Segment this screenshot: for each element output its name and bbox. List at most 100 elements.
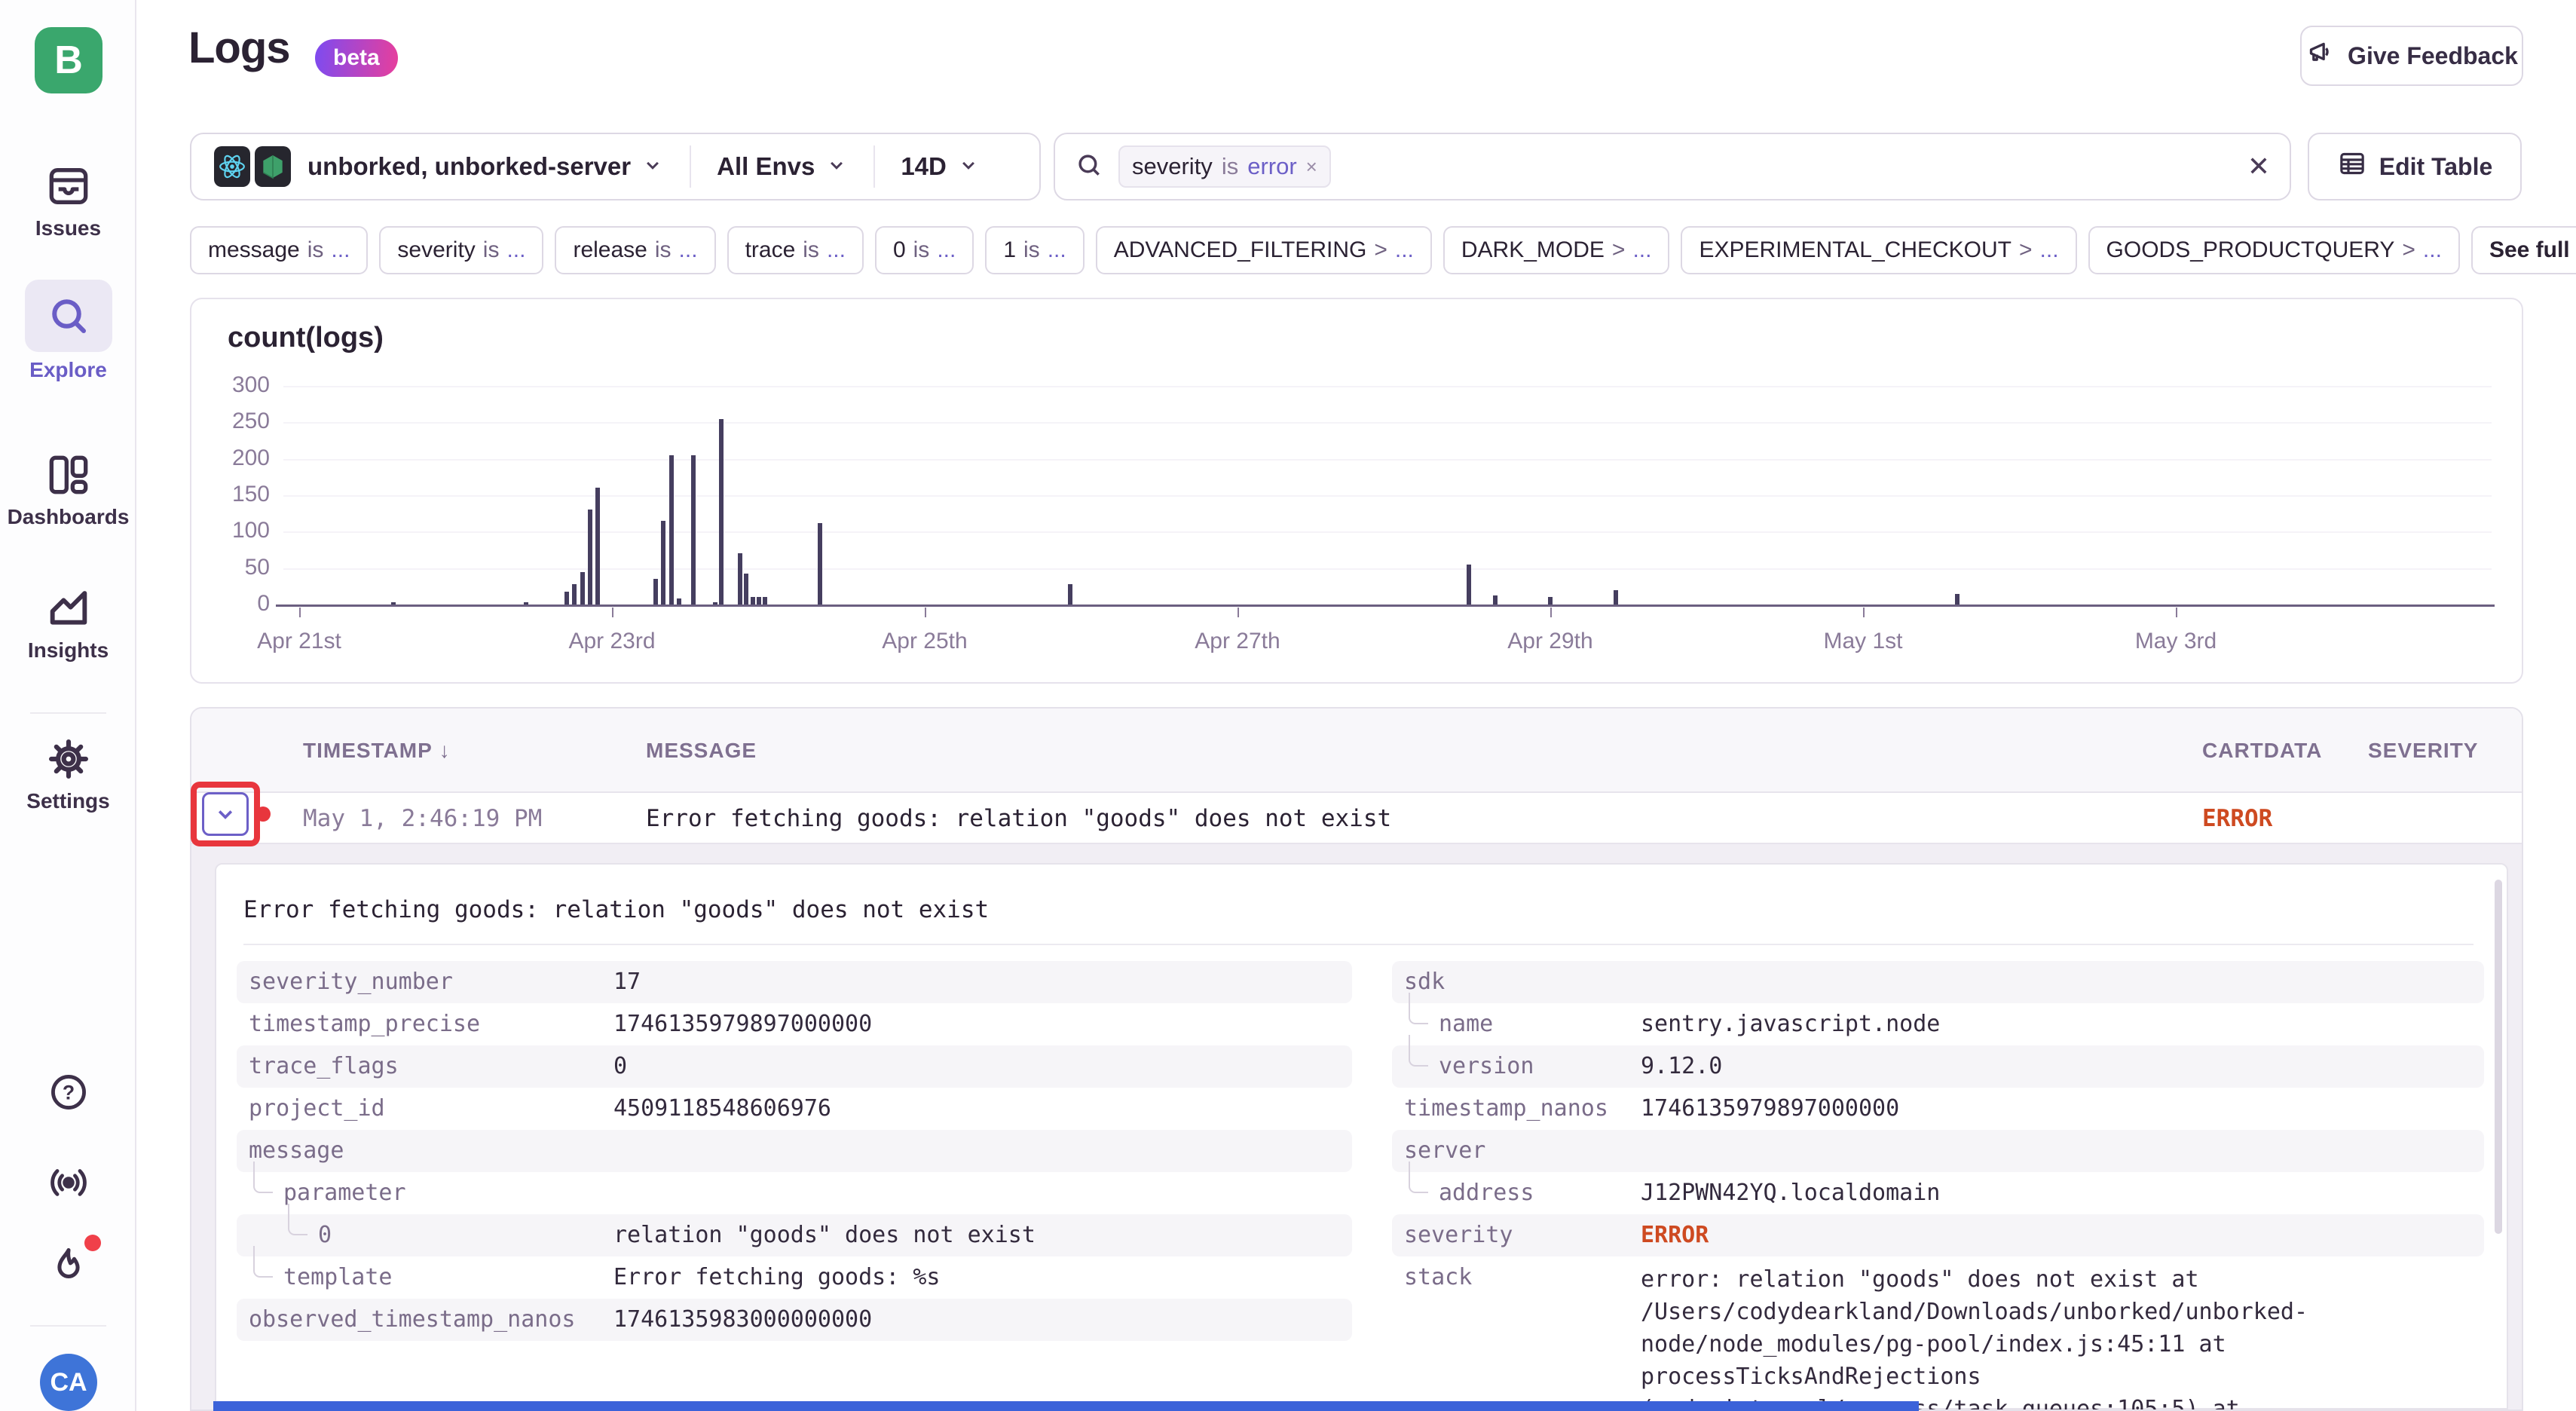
- attribute-row-parameter[interactable]: parameter: [237, 1172, 1352, 1214]
- annotation-pointer-dot: [255, 807, 271, 822]
- attribute-row-timestamp_nanos[interactable]: timestamp_nanos1746135979897000000: [1392, 1088, 2484, 1130]
- search-filter-token[interactable]: severity is error ×: [1118, 145, 1331, 188]
- edit-table-button[interactable]: Edit Table: [2308, 133, 2522, 200]
- chart-bar[interactable]: [1955, 594, 1960, 605]
- y-axis-tick-label: 200: [191, 445, 270, 471]
- filter-chip-dark_mode[interactable]: DARK_MODE>...: [1443, 226, 1670, 274]
- tree-connector: [253, 1162, 273, 1193]
- org-logo[interactable]: B: [35, 27, 102, 93]
- gridline: [283, 495, 2492, 497]
- chart-bar[interactable]: [653, 579, 658, 604]
- chart-bar[interactable]: [818, 523, 822, 604]
- chart-bar[interactable]: [751, 597, 755, 604]
- attributes-column-right: sdknamesentry.javascript.nodeversion9.12…: [1392, 961, 2484, 1299]
- attribute-row-server[interactable]: server: [1392, 1130, 2484, 1172]
- chart-bar[interactable]: [580, 572, 585, 604]
- chip-name: GOODS_PRODUCTQUERY: [2106, 237, 2395, 263]
- sidebar-item-insights[interactable]: Insights: [0, 584, 136, 663]
- attribute-row-address[interactable]: addressJ12PWN42YQ.localdomain: [1392, 1172, 2484, 1214]
- column-header-timestamp[interactable]: TIMESTAMP ↓: [303, 709, 451, 793]
- chart-bar[interactable]: [1493, 595, 1498, 604]
- chart-bar[interactable]: [763, 597, 767, 604]
- project-selector[interactable]: unborked, unborked-server: [307, 152, 631, 181]
- divider: [243, 944, 2474, 945]
- chart-bar[interactable]: [669, 455, 674, 604]
- attribute-row-timestamp_precise[interactable]: timestamp_precise1746135979897000000: [237, 1003, 1352, 1045]
- search-input[interactable]: severity is error × ✕: [1054, 133, 2291, 200]
- attribute-row-template[interactable]: templateError fetching goods: %s: [237, 1256, 1352, 1299]
- react-project-icon: [214, 146, 250, 187]
- chart-bar[interactable]: [1467, 565, 1471, 604]
- avatar[interactable]: CA: [40, 1354, 97, 1411]
- chart-bar[interactable]: [1548, 597, 1553, 604]
- sidebar-item-dashboards[interactable]: Dashboards: [0, 451, 136, 529]
- sidebar-item-settings[interactable]: Settings: [0, 735, 136, 813]
- chart-bar[interactable]: [691, 455, 696, 604]
- chart-plot-area[interactable]: 050100150200250300Apr 21stApr 23rdApr 25…: [191, 299, 2522, 682]
- gridline: [283, 568, 2492, 570]
- date-range-selector[interactable]: 14D: [901, 152, 947, 181]
- column-header-message[interactable]: MESSAGE: [646, 709, 757, 793]
- see-full-list-button[interactable]: See full list: [2471, 226, 2576, 274]
- filter-chip-0[interactable]: 0is...: [875, 226, 974, 274]
- chevron-down-icon: [213, 801, 238, 827]
- filter-chip-severity[interactable]: severityis...: [379, 226, 543, 274]
- chart-bar[interactable]: [1614, 590, 1618, 604]
- chart-bar[interactable]: [719, 419, 724, 605]
- selected-row-bar[interactable]: [213, 1401, 1919, 1411]
- chip-name: EXPERIMENTAL_CHECKOUT: [1699, 237, 2012, 263]
- expand-row-button[interactable]: [202, 792, 249, 836]
- column-header-severity[interactable]: SEVERITY: [2368, 709, 2478, 793]
- x-axis-tick: [1863, 608, 1865, 617]
- flame-icon[interactable]: [0, 1244, 136, 1291]
- x-axis-tick-label: Apr 27th: [1155, 629, 1320, 654]
- chart-bar[interactable]: [1068, 584, 1072, 604]
- filter-chip-trace[interactable]: traceis...: [727, 226, 864, 274]
- chart-bar[interactable]: [757, 597, 761, 604]
- filter-chip-release[interactable]: releaseis...: [555, 226, 715, 274]
- attribute-row-project_id[interactable]: project_id4509118548606976: [237, 1088, 1352, 1130]
- chip-operator: >: [1374, 237, 1387, 263]
- chart-bar[interactable]: [524, 602, 528, 604]
- column-header-cartdata[interactable]: CARTDATA: [2202, 709, 2322, 793]
- chart-bar[interactable]: [595, 488, 600, 604]
- filter-chip-goods_productquery[interactable]: GOODS_PRODUCTQUERY>...: [2088, 226, 2460, 274]
- chart-bar[interactable]: [588, 510, 592, 604]
- sidebar-item-issues[interactable]: Issues: [0, 162, 136, 240]
- chart-bar[interactable]: [738, 553, 742, 604]
- attribute-row-severity[interactable]: severityERROR: [1392, 1214, 2484, 1256]
- filter-chip-message[interactable]: messageis...: [190, 226, 368, 274]
- log-detail-title: Error fetching goods: relation "goods" d…: [243, 896, 989, 923]
- give-feedback-button[interactable]: Give Feedback: [2300, 26, 2523, 86]
- chart-bar[interactable]: [677, 598, 681, 604]
- sidebar-item-explore[interactable]: Explore: [0, 280, 136, 382]
- token-remove-icon[interactable]: ×: [1306, 155, 1317, 179]
- attribute-row-sdk[interactable]: sdk: [1392, 961, 2484, 1003]
- attribute-row-version[interactable]: version9.12.0: [1392, 1045, 2484, 1088]
- filter-chip-1[interactable]: 1is...: [985, 226, 1084, 274]
- help-icon[interactable]: ?: [0, 1070, 136, 1118]
- attribute-row-stack[interactable]: stackerror: relation "goods" does not ex…: [1392, 1256, 2484, 1299]
- broadcast-icon[interactable]: [0, 1161, 136, 1208]
- clear-search-icon[interactable]: ✕: [2247, 151, 2270, 182]
- chart-bar[interactable]: [744, 574, 748, 604]
- log-table-row[interactable]: May 1, 2:46:19 PM Error fetching goods: …: [191, 793, 2522, 844]
- environment-selector[interactable]: All Envs: [717, 152, 815, 181]
- chart-bar[interactable]: [661, 521, 665, 604]
- filter-chip-experimental_checkout[interactable]: EXPERIMENTAL_CHECKOUT>...: [1681, 226, 2076, 274]
- detail-scrollbar[interactable]: [2495, 880, 2502, 1234]
- filter-chip-advanced_filtering[interactable]: ADVANCED_FILTERING>...: [1096, 226, 1432, 274]
- attribute-row-observed_timestamp_nanos[interactable]: observed_timestamp_nanos1746135983000000…: [237, 1299, 1352, 1341]
- chart-bar[interactable]: [713, 602, 717, 604]
- attribute-row-name[interactable]: namesentry.javascript.node: [1392, 1003, 2484, 1045]
- attribute-row-message[interactable]: message: [237, 1130, 1352, 1172]
- insights-icon: [0, 584, 136, 632]
- attribute-row-trace_flags[interactable]: trace_flags0: [237, 1045, 1352, 1088]
- attribute-row-severity_number[interactable]: severity_number17: [237, 961, 1352, 1003]
- attribute-value: relation "goods" does not exist: [613, 1214, 1036, 1256]
- chart-bar[interactable]: [391, 602, 396, 604]
- chart-bar[interactable]: [572, 584, 577, 604]
- attribute-row-0[interactable]: 0relation "goods" does not exist: [237, 1214, 1352, 1256]
- chart-bar[interactable]: [564, 592, 569, 604]
- gridline: [283, 531, 2492, 533]
